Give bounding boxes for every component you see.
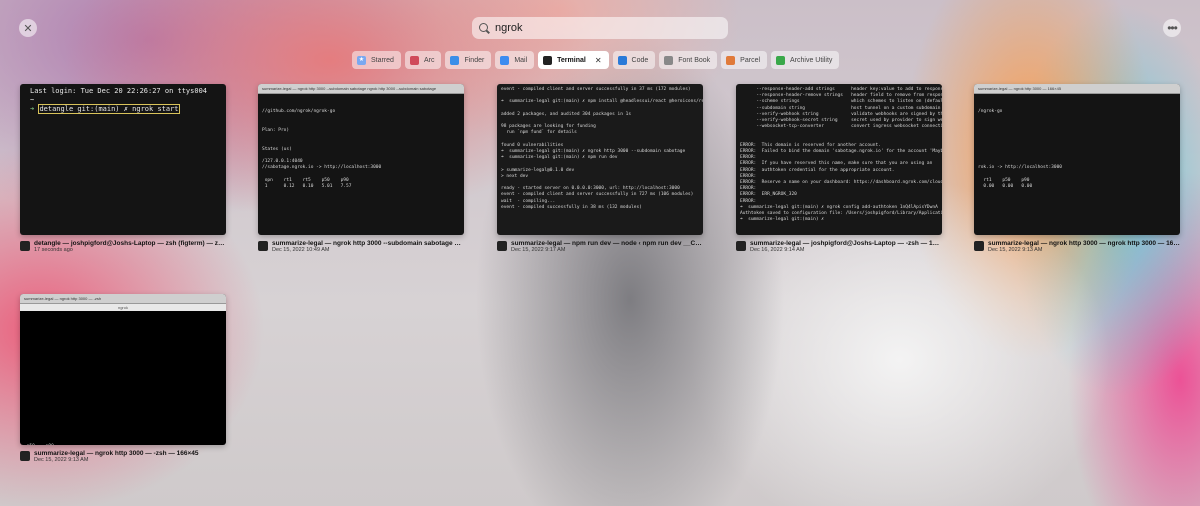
window-time: 17 seconds ago bbox=[34, 247, 73, 253]
filter-label: Parcel bbox=[740, 56, 761, 64]
filter-terminal[interactable]: Terminal ✕ bbox=[538, 51, 609, 69]
terminal-app-icon bbox=[20, 451, 30, 461]
filter-label: Font Book bbox=[678, 56, 711, 64]
filter-starred[interactable]: ★ Starred bbox=[352, 51, 401, 69]
window-label: detangle — joshpigford@Joshs-Laptop — zs… bbox=[20, 240, 226, 253]
filter-code[interactable]: Code bbox=[612, 51, 656, 69]
terminal-tab-bar: summarize-legal — ngrok http 3000 --subd… bbox=[258, 84, 464, 94]
window-title: summarize-legal — ngrok http 3000 --subd… bbox=[272, 240, 464, 247]
window-time: Dec 15, 2022 9:13 AM bbox=[34, 457, 89, 463]
terminal-output: /ngrok-go rok.io -> http://localhost:300… bbox=[978, 109, 1062, 189]
terminal-app-icon bbox=[736, 241, 746, 251]
window-label: summarize-legal — npm run dev — node ‹ n… bbox=[497, 240, 703, 253]
filter-label: Terminal bbox=[557, 56, 586, 64]
window-time: Dec 16, 2022 9:14 AM bbox=[750, 247, 805, 253]
window-thumbnail[interactable]: summarize-legal — ngrok http 3000 --subd… bbox=[258, 84, 464, 235]
window-label: summarize-legal — ngrok http 3000 --subd… bbox=[258, 240, 464, 253]
terminal-app-icon bbox=[258, 241, 268, 251]
mail-app-icon bbox=[500, 55, 510, 65]
remove-filter-icon[interactable]: ✕ bbox=[595, 56, 602, 65]
window-card[interactable]: event - compiled client and server succe… bbox=[497, 84, 703, 253]
window-card[interactable]: summarize-legal — ngrok http 3000 --subd… bbox=[258, 84, 464, 253]
window-thumbnail[interactable]: --response-header-add strings header key… bbox=[736, 84, 942, 235]
close-icon[interactable]: ✕ bbox=[19, 19, 37, 37]
font-book-app-icon bbox=[664, 55, 674, 65]
filter-label: Starred bbox=[371, 56, 394, 64]
window-thumbnail[interactable]: event - compiled client and server succe… bbox=[497, 84, 703, 235]
terminal-output: p50 p90 0.00 0.00 bbox=[20, 311, 226, 445]
filter-parcel[interactable]: Parcel bbox=[721, 51, 768, 69]
window-time: Dec 15, 2022 9:13 AM bbox=[988, 247, 1043, 253]
window-card[interactable]: Last login: Tue Dec 20 22:26:27 on ttys0… bbox=[20, 84, 226, 253]
archive-utility-app-icon bbox=[776, 55, 786, 65]
filter-label: Finder bbox=[464, 56, 485, 64]
terminal-app-icon bbox=[974, 241, 984, 251]
parcel-app-icon bbox=[726, 55, 736, 65]
terminal-output: event - compiled client and server succe… bbox=[501, 87, 703, 210]
terminal-app-icon bbox=[20, 241, 30, 251]
window-thumbnail[interactable]: summarize-legal — ngrok http 3000 — 166×… bbox=[974, 84, 1180, 235]
vscode-app-icon bbox=[617, 55, 627, 65]
star-icon: ★ bbox=[357, 55, 366, 65]
filter-label: Code bbox=[631, 56, 649, 64]
prompt-line: detangle git:(main) ✗ ngrok start bbox=[38, 104, 180, 114]
search-icon bbox=[479, 22, 490, 34]
window-title: summarize-legal — npm run dev — node ‹ n… bbox=[511, 240, 703, 247]
terminal-tab-bar: summarize-legal — ngrok http 3000 — -zsh bbox=[20, 294, 226, 304]
filter-label: Mail bbox=[514, 56, 528, 64]
terminal-title-bar: ngrok bbox=[20, 304, 226, 311]
search-input[interactable] bbox=[495, 22, 695, 34]
window-thumbnail[interactable]: summarize-legal — ngrok http 3000 — -zsh… bbox=[20, 294, 226, 445]
window-card[interactable]: --response-header-add strings header key… bbox=[736, 84, 942, 253]
finder-app-icon bbox=[450, 55, 460, 65]
window-thumbnail[interactable]: Last login: Tue Dec 20 22:26:27 on ttys0… bbox=[20, 84, 226, 235]
window-title: detangle — joshpigford@Joshs-Laptop — zs… bbox=[34, 240, 226, 247]
last-login-line: Last login: Tue Dec 20 22:26:27 on ttys0… bbox=[30, 87, 208, 95]
app-filter-bar: ★ Starred Arc Finder Mail Terminal ✕ Cod… bbox=[352, 51, 840, 69]
terminal-output: //github.com/ngrok/ngrok-go Plan: Pro) S… bbox=[262, 109, 382, 189]
window-label: summarize-legal — ngrok http 3000 — -zsh… bbox=[20, 450, 226, 463]
filter-archive-utility[interactable]: Archive Utility bbox=[771, 51, 840, 69]
filter-arc[interactable]: Arc bbox=[404, 51, 442, 69]
more-options-icon[interactable]: ••• bbox=[1163, 19, 1181, 37]
terminal-tab-bar: summarize-legal — ngrok http 3000 — 166×… bbox=[974, 84, 1180, 94]
filter-finder[interactable]: Finder bbox=[445, 51, 492, 69]
window-title: summarize-legal — ngrok http 3000 — -zsh… bbox=[34, 450, 199, 457]
window-label: summarize-legal — joshpigford@Joshs-Lapt… bbox=[736, 240, 942, 253]
window-title: summarize-legal — ngrok http 3000 — ngro… bbox=[988, 240, 1180, 247]
filter-font-book[interactable]: Font Book bbox=[659, 51, 718, 69]
terminal-app-icon bbox=[497, 241, 507, 251]
window-time: Dec 15, 2022 10:49 AM bbox=[272, 247, 330, 253]
filter-label: Archive Utility bbox=[790, 56, 833, 64]
window-label: summarize-legal — ngrok http 3000 — ngro… bbox=[974, 240, 1180, 253]
arc-app-icon bbox=[409, 55, 419, 65]
filter-label: Arc bbox=[423, 56, 435, 64]
window-card[interactable]: summarize-legal — ngrok http 3000 — -zsh… bbox=[20, 294, 226, 463]
terminal-output: --response-header-add strings header key… bbox=[740, 87, 942, 223]
window-title: summarize-legal — joshpigford@Joshs-Lapt… bbox=[750, 240, 942, 247]
filter-mail[interactable]: Mail bbox=[495, 51, 535, 69]
search-bar[interactable] bbox=[472, 17, 728, 39]
window-time: Dec 15, 2022 9:17 AM bbox=[511, 247, 566, 253]
terminal-app-icon bbox=[543, 55, 553, 65]
terminal-output: Last login: Tue Dec 20 22:26:27 on ttys0… bbox=[30, 87, 208, 114]
window-card[interactable]: summarize-legal — ngrok http 3000 — 166×… bbox=[974, 84, 1180, 253]
